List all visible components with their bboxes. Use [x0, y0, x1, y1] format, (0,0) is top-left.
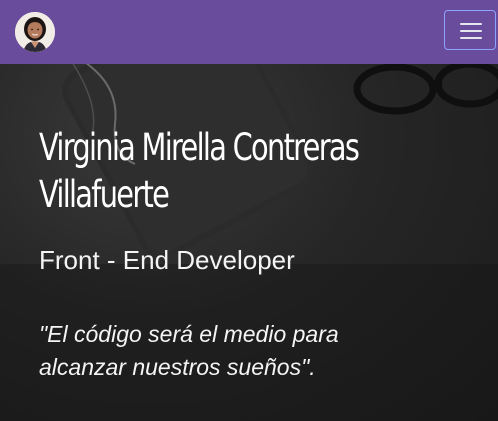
menu-toggle-button[interactable] [444, 10, 496, 50]
hero-content: Virginia Mirella Contreras Villafuerte F… [39, 124, 479, 380]
hero-name: Virginia Mirella Contreras Villafuerte [39, 126, 360, 216]
hero-quote: "El código será el medio para alcanzar n… [39, 321, 339, 380]
avatar[interactable] [15, 12, 55, 52]
hero-section: Virginia Mirella Contreras Villafuerte F… [0, 64, 498, 421]
avatar-photo [15, 12, 55, 52]
hero-role: Front - End Developer [39, 245, 295, 275]
top-navbar [0, 0, 498, 64]
